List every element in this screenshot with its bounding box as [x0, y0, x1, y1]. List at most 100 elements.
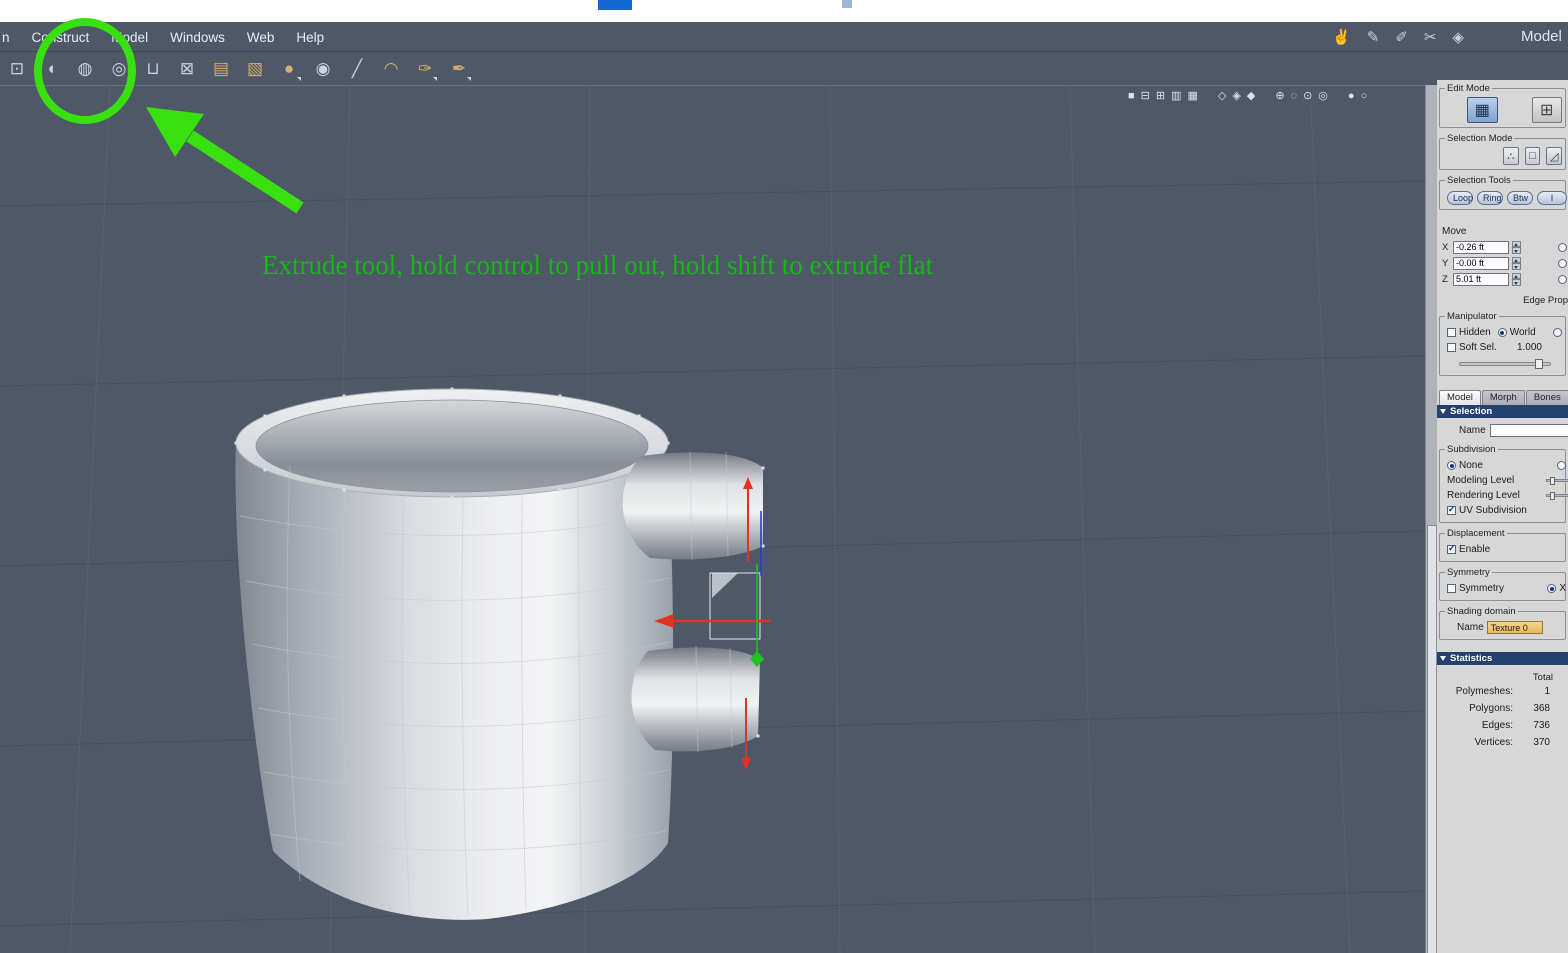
clay-tool-icon[interactable]: ●	[276, 57, 302, 82]
move-x-spinner	[1512, 240, 1521, 254]
tab-morph[interactable]: Morph	[1481, 390, 1525, 405]
slider-thumb[interactable]	[1550, 491, 1555, 500]
uv-view-icon[interactable]: ◈	[1452, 28, 1464, 46]
shell-tool-icon[interactable]: ⊔	[140, 57, 166, 82]
edge-mode-button[interactable]: □	[1524, 147, 1541, 165]
z-axis-label: Z	[1442, 273, 1448, 285]
3d-viewport[interactable]: ■ ⊟ ⊞ ▥ ▦ ◇ ◈ ◆ ⊕ ◌ ⊙ ◎ ● ○	[0, 85, 1426, 953]
menu-item-web[interactable]: Web	[247, 30, 275, 45]
modeling-level-slider[interactable]	[1546, 476, 1568, 485]
camera-orbit-icon[interactable]: ⊕	[1275, 89, 1284, 102]
layout-three-pane-icon[interactable]: ▥	[1171, 89, 1181, 102]
camera-reset-icon[interactable]: ◎	[1318, 89, 1328, 102]
menu-item-construct[interactable]: Construct	[32, 30, 90, 45]
mug-model[interactable]	[234, 387, 765, 920]
spin-down-button[interactable]	[1512, 279, 1521, 286]
extrude-tool-icon[interactable]: ◍	[72, 57, 98, 82]
spin-down-button[interactable]	[1512, 263, 1521, 270]
dome-tool-icon[interactable]: ◖	[38, 57, 64, 82]
layout-grid-icon[interactable]: ▦	[1188, 89, 1198, 102]
tessellate-tool-icon[interactable]: ▧	[242, 57, 268, 82]
pen-nib-tool-icon[interactable]: ✒	[446, 57, 472, 82]
menu-item-partial[interactable]: n	[2, 30, 10, 45]
axis-option-radio[interactable]	[1558, 242, 1567, 252]
camera-pan-icon[interactable]: ◌	[1291, 90, 1298, 102]
stat-value: 1	[1544, 686, 1550, 697]
tab-model[interactable]: Model	[1439, 390, 1481, 405]
stat-label: Edges:	[1481, 720, 1513, 731]
panel-scrollbar[interactable]	[1425, 85, 1437, 953]
soft-selection-checkbox[interactable]	[1447, 343, 1456, 352]
edit-mode-object-button[interactable]: ▦	[1467, 97, 1498, 123]
edit-mode-uv-button[interactable]: ⊞	[1531, 97, 1562, 123]
axis-option-radio[interactable]	[1558, 274, 1567, 284]
statistics-section-header[interactable]: Statistics	[1437, 652, 1568, 665]
curve-tool-icon[interactable]: ✑	[412, 57, 438, 82]
name-input[interactable]	[1489, 423, 1568, 437]
loop-button[interactable]: Loop	[1447, 191, 1473, 205]
move-y-row: Y	[1437, 255, 1568, 271]
stat-row-vertices: Vertices: 370	[1437, 734, 1568, 751]
subdivision-smooth-radio[interactable]	[1557, 461, 1566, 470]
smooth-shade-icon[interactable]: ◆	[1247, 89, 1255, 102]
flat-shade-icon[interactable]: ◈	[1232, 89, 1240, 102]
local-radio[interactable]	[1552, 328, 1562, 337]
wireframe-shade-icon[interactable]: ◇	[1218, 89, 1226, 102]
displacement-enable-checkbox[interactable]	[1447, 543, 1456, 554]
subdivision-none-radio[interactable]	[1447, 461, 1456, 470]
preview-ball-icon[interactable]: ●	[1348, 90, 1355, 102]
menu-item-windows[interactable]: Windows	[170, 30, 225, 45]
hidden-checkbox[interactable]	[1447, 328, 1456, 337]
bridge-tool-icon[interactable]: ◎	[106, 57, 132, 82]
displacement-enable-label: Enable	[1459, 544, 1491, 555]
smooth-tool-icon[interactable]: ▤	[208, 57, 234, 82]
pen-tool-icon[interactable]: ✐	[1395, 28, 1408, 46]
soft-selection-slider[interactable]	[1459, 359, 1551, 369]
manipulator-group: Manipulator Hidden World Soft Sel. 1.000	[1439, 311, 1566, 376]
menu-item-help[interactable]: Help	[296, 30, 324, 45]
soft-selection-value: 1.000	[1516, 342, 1542, 353]
rendering-level-slider[interactable]	[1546, 491, 1568, 500]
subdivision-group: Subdivision None Modeling Level Renderin…	[1439, 444, 1568, 523]
scrollbar-thumb[interactable]	[1427, 525, 1437, 953]
layout-four-pane-icon[interactable]: ⊞	[1156, 89, 1165, 102]
selection-section-header[interactable]: Selection	[1437, 405, 1568, 418]
preview-ball-outline-icon[interactable]: ○	[1361, 90, 1368, 102]
ring-button[interactable]: Ring	[1477, 191, 1503, 205]
viewport-canvas[interactable]	[0, 85, 1426, 953]
layout-two-pane-icon[interactable]: ⊟	[1141, 89, 1150, 102]
inner-button[interactable]: I	[1537, 191, 1567, 205]
vertex-mode-button[interactable]: ∴	[1503, 147, 1519, 165]
hand-tool-icon[interactable]: ✌	[1332, 28, 1351, 46]
delete-tool-icon[interactable]: ⊠	[174, 57, 200, 82]
magnet-tool-icon[interactable]: ◉	[310, 57, 336, 82]
axis-option-radio[interactable]	[1558, 258, 1567, 268]
selection-section-title: Selection	[1450, 406, 1493, 417]
menu-bar: n Construct Model Windows Web Help ✌ ✎ ✐…	[0, 22, 1568, 52]
move-x-input[interactable]	[1453, 240, 1509, 254]
slider-thumb[interactable]	[1535, 359, 1543, 369]
slider-thumb[interactable]	[1550, 476, 1555, 485]
knife-tool-icon[interactable]: ✂	[1424, 28, 1437, 46]
uv-subdivision-label: UV Subdivision	[1459, 505, 1527, 516]
symmetry-x-radio[interactable]	[1547, 584, 1557, 593]
world-radio[interactable]	[1497, 328, 1507, 337]
layout-single-view-icon[interactable]: ■	[1128, 90, 1135, 102]
select-tool-icon[interactable]: ⊡	[4, 57, 30, 82]
face-mode-button[interactable]: ◿	[1546, 147, 1563, 165]
menu-item-model[interactable]: Model	[111, 30, 148, 45]
line-tool-icon[interactable]: ╱	[344, 57, 370, 82]
uv-subdivision-checkbox[interactable]	[1447, 504, 1456, 515]
bend-tool-icon[interactable]: ◠	[378, 57, 404, 82]
pencil-tool-icon[interactable]: ✎	[1367, 28, 1380, 46]
edge-properties-label: Edge Prop	[1523, 295, 1568, 306]
symmetry-checkbox[interactable]	[1447, 584, 1456, 593]
move-y-input[interactable]	[1453, 256, 1509, 270]
viewport-toolbar: ■ ⊟ ⊞ ▥ ▦ ◇ ◈ ◆ ⊕ ◌ ⊙ ◎ ● ○	[1128, 89, 1368, 103]
camera-dolly-icon[interactable]: ⊙	[1303, 89, 1312, 102]
shading-domain-select[interactable]: Texture 0	[1486, 621, 1543, 634]
between-button[interactable]: Btw	[1507, 191, 1533, 205]
tab-bones[interactable]: Bones	[1525, 390, 1568, 405]
move-z-input[interactable]	[1453, 272, 1509, 286]
spin-down-button[interactable]	[1512, 247, 1521, 254]
